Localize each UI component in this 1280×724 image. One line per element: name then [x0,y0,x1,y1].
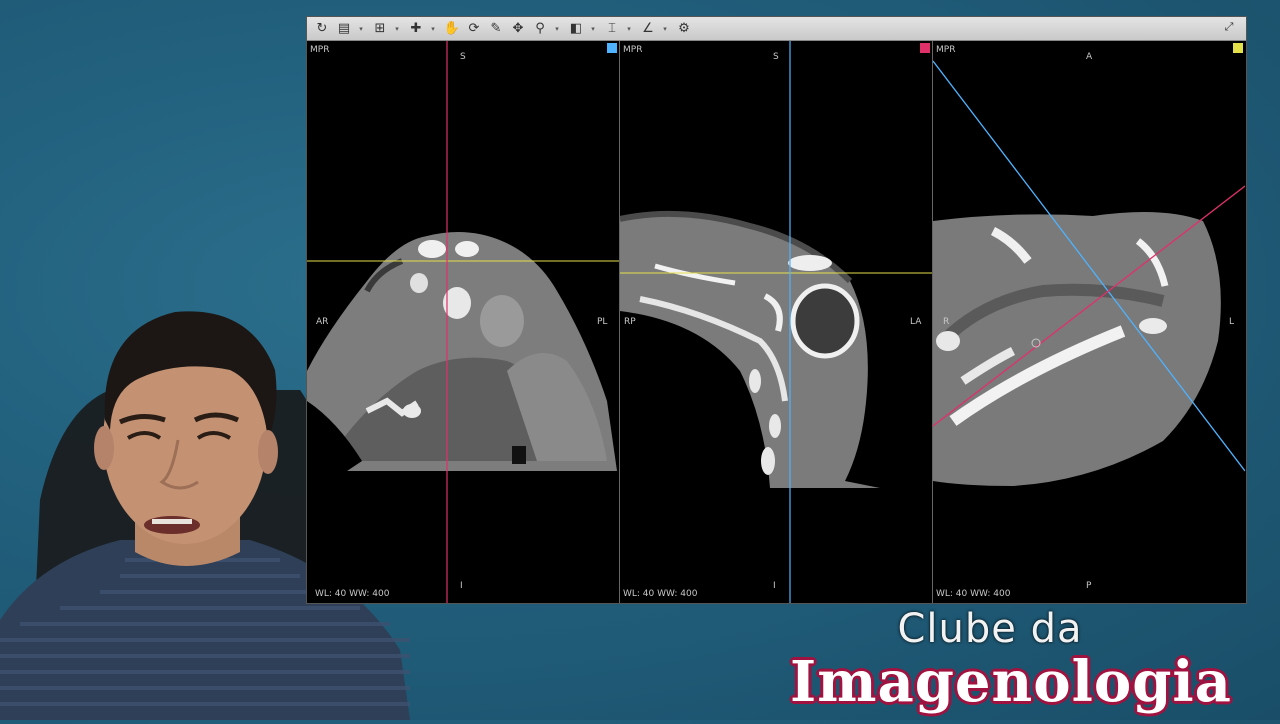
pane-axial-window-label: WL: 40 WW: 400 [936,589,1011,599]
pane-sagittal-top-label: S [773,52,779,62]
pane-sagittal-bottom-label: I [773,581,776,591]
pane-sagittal-mode-label: MPR [623,45,643,55]
annotate-icon[interactable]: ✎ [487,20,505,38]
pane-axial-mode-label: MPR [936,45,956,55]
maximize-icon[interactable]: ⤢ [1222,20,1236,34]
pane-sagittal-left-label: RP [624,317,636,327]
pane-axial-left-label: R [943,317,950,327]
axial-ct-image [933,60,1245,486]
pane-coronal-mode-label: MPR [310,45,330,55]
rotate-icon[interactable]: ⟳ [465,20,483,38]
window-level-icon[interactable]: ◧ [567,20,585,38]
pane-sagittal-color-marker [920,43,930,53]
pane-coronal-right-label: PL [597,317,608,327]
move-icon[interactable]: ✥ [509,20,527,38]
save-icon[interactable]: ▤ [335,20,353,38]
measure-icon[interactable]: ⌶ [603,20,621,38]
save-dropdown-caret[interactable]: ▾ [357,20,365,38]
mpr-viewer-window: ↻ ▤ ▾ ⊞ ▾ ✚ ▾ ✋ ⟳ ✎ ✥ ⚲ ▾ ◧ ▾ ⌶ ▾ ∠ ▾ ⚙ … [306,16,1247,604]
pane-axial-bottom-label: P [1086,581,1092,591]
pane-coronal-color-marker [607,43,617,53]
settings-icon[interactable]: ⚙ [675,20,693,38]
pane-sagittal-window-label: WL: 40 WW: 400 [623,589,698,599]
zoom-icon[interactable]: ⚲ [531,20,549,38]
layout-dropdown-caret[interactable]: ▾ [393,20,401,38]
zoom-dropdown-caret[interactable]: ▾ [553,20,561,38]
layout-grid-icon[interactable]: ⊞ [371,20,389,38]
brand-logo: Clube da Imagenologia [790,605,1232,720]
sagittal-ct-image [620,41,932,603]
refresh-icon[interactable]: ↻ [313,20,331,38]
crosshair-dropdown-caret[interactable]: ▾ [429,20,437,38]
brand-line2: Imagenologia [790,649,1232,715]
pane-coronal-top-label: S [460,52,466,62]
pane-axial-right-label: L [1229,317,1235,327]
measure-dropdown-caret[interactable]: ▾ [625,20,633,38]
pane-axial-color-marker [1233,43,1243,53]
pan-icon[interactable]: ✋ [443,20,461,38]
pane-coronal[interactable]: MPR S I AR PL WL: 40 WW: 400 [307,41,619,603]
pane-coronal-window-label: WL: 40 WW: 400 [315,589,390,599]
pane-coronal-bottom-label: I [460,581,463,591]
angle-tool-icon[interactable]: ∠ [639,20,657,38]
pane-axial-top-label: A [1086,52,1093,62]
pane-sagittal[interactable]: MPR S I RP LA WL: 40 WW: 400 [620,41,932,603]
pane-sagittal-right-label: LA [910,317,922,327]
angle-dropdown-caret[interactable]: ▾ [661,20,669,38]
viewer-toolbar: ↻ ▤ ▾ ⊞ ▾ ✚ ▾ ✋ ⟳ ✎ ✥ ⚲ ▾ ◧ ▾ ⌶ ▾ ∠ ▾ ⚙ … [307,17,1246,41]
crosshair-icon[interactable]: ✚ [407,20,425,38]
pane-axial[interactable]: MPR A P R L WL: 40 WW: 400 [933,41,1245,603]
window-level-dropdown-caret[interactable]: ▾ [589,20,597,38]
coronal-ct-image [307,41,619,603]
brand-line1: Clube da [897,606,1083,652]
pane-coronal-left-label: AR [316,317,329,327]
